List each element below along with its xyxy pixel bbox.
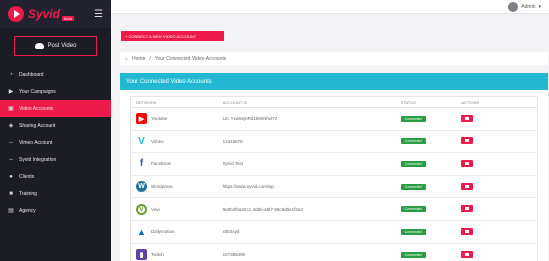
- delete-button[interactable]: [461, 159, 474, 167]
- table-row: ▮ Twitch 157385490 Connected: [131, 244, 537, 261]
- status-badge: Connected: [400, 206, 426, 213]
- network-name: Twitch: [151, 252, 164, 258]
- account-id: 157385490: [222, 252, 246, 258]
- table-row: V Vimeo 12345678 Connected: [131, 131, 537, 154]
- status-badge: Connected: [400, 251, 426, 258]
- vine-icon: v: [136, 203, 147, 215]
- breadcrumb-home[interactable]: Home: [132, 56, 145, 62]
- brand-name[interactable]: Syvid: [28, 7, 60, 21]
- sidebar-item-label: Clients: [19, 173, 35, 180]
- cloud-upload-icon: [34, 43, 44, 49]
- network-name: Youtube: [151, 116, 168, 122]
- sidebar-item-syvid-integration[interactable]: – Syvid Integration: [0, 151, 111, 168]
- sidebar-item-label: Sharing Account: [19, 122, 56, 129]
- header-actions: ACTIONS: [461, 99, 480, 105]
- table-row: ▲ Dailymotion x5b3xyd Connected: [131, 221, 537, 244]
- header-account-id: ACCOUNT ID: [222, 99, 248, 105]
- account-id: 12345678: [222, 138, 243, 144]
- delete-button[interactable]: [461, 250, 474, 258]
- status-badge: Connected: [400, 183, 426, 190]
- gauge-icon: ◔: [9, 71, 13, 78]
- sidebar-nav: ◔ Dashboard ▶ Your Campaigns ▣ Video Accoun…: [0, 66, 111, 219]
- sidebar-item-label: Syvid Integration: [19, 156, 57, 163]
- vimeo-icon: V: [138, 135, 145, 147]
- sidebar-item-label: Video Accounts: [19, 105, 54, 112]
- post-video-label: Post Video: [47, 43, 77, 49]
- accounts-panel: Your Connected Video Accounts NETWORK AC…: [120, 73, 548, 261]
- users-icon: ●: [9, 173, 13, 180]
- table-row: v Vine 9e8b4f0a32c1-4d5b-a6f7-88c9d0e1f2a…: [131, 198, 537, 221]
- account-id: 9e8b4f0a32c1-4d5b-a6f7-88c9d0e1f2a3: [222, 206, 303, 212]
- sidebar-item-label: Agency: [19, 207, 36, 214]
- delete-button[interactable]: [461, 205, 474, 213]
- menu-toggle-icon[interactable]: ☰: [94, 9, 103, 20]
- main-content: + CONNECT A NEW VIDEO ACCOUNT ⌂ Home / Y…: [111, 14, 549, 261]
- sidebar-header: Syvid beta ☰: [0, 0, 111, 28]
- delete-button[interactable]: [461, 227, 474, 235]
- accounts-table: NETWORK ACCOUNT ID STATUS ACTIONS ▶ Youtu…: [130, 96, 538, 261]
- table-row: W Wordpress https://www.syvid.com/wp Conn…: [131, 176, 537, 199]
- network-name: Facebook: [151, 161, 171, 167]
- sidebar-item-vimeo-account[interactable]: – Vimeo Account: [0, 134, 111, 151]
- status-badge: Connected: [400, 228, 426, 235]
- sidebar-item-agency[interactable]: ▤ Agency: [0, 202, 111, 219]
- sidebar-item-label: Your Campaigns: [19, 88, 56, 95]
- post-video-button[interactable]: Post Video: [14, 36, 97, 56]
- network-name: Vimeo: [151, 138, 164, 144]
- sidebar-item-label: Training: [19, 190, 37, 197]
- account-id: x5b3xyd: [222, 229, 240, 235]
- sidebar-item-dashboard[interactable]: ◔ Dashboard: [0, 66, 111, 83]
- table-row: ▶ Youtube UC-Yxw9ej0Rd1k0eNhxt7z Connecte…: [131, 108, 537, 131]
- chevron-down-icon[interactable]: ▾: [538, 4, 541, 10]
- topbar: Admin ▾: [111, 0, 549, 14]
- delete-button[interactable]: [461, 137, 474, 145]
- video-icon: ▣: [8, 106, 14, 112]
- table-header: NETWORK ACCOUNT ID STATUS ACTIONS: [131, 97, 537, 108]
- header-status: STATUS: [400, 99, 416, 105]
- book-icon: ■: [9, 190, 13, 197]
- network-name: Vine: [151, 206, 160, 212]
- account-id: https://www.syvid.com/wp: [222, 184, 274, 190]
- sidebar: Syvid beta ☰ Post Video ◔ Dashboard ▶ Your…: [0, 0, 111, 261]
- dash-icon: –: [9, 156, 13, 163]
- sidebar-item-clients[interactable]: ● Clients: [0, 168, 111, 185]
- sidebar-item-sharing-account[interactable]: ◈ Sharing Account: [0, 117, 111, 134]
- avatar[interactable]: [508, 2, 519, 12]
- delete-button[interactable]: [461, 182, 474, 190]
- header-network: NETWORK: [136, 99, 157, 105]
- network-name: Dailymotion: [151, 229, 175, 235]
- facebook-icon: f: [139, 158, 144, 170]
- account-id: Syvid Test: [222, 161, 243, 167]
- play-icon: ▶: [8, 89, 14, 95]
- youtube-icon: ▶: [136, 113, 147, 125]
- sidebar-item-campaigns[interactable]: ▶ Your Campaigns: [0, 83, 111, 100]
- breadcrumb-separator: /: [149, 55, 151, 62]
- status-badge: Connected: [400, 138, 426, 145]
- status-badge: Connected: [400, 160, 426, 167]
- logo-icon[interactable]: [8, 6, 24, 22]
- panel-title: Your Connected Video Accounts: [120, 73, 548, 90]
- user-menu[interactable]: Admin ▾: [508, 0, 541, 14]
- account-id: UC-Yxw9ej0Rd1k0eNhxt7z: [222, 116, 278, 122]
- twitch-icon: ▮: [136, 249, 147, 261]
- status-badge: Connected: [400, 115, 426, 122]
- dailymotion-icon: ▲: [137, 226, 146, 237]
- connect-video-account-button[interactable]: + CONNECT A NEW VIDEO ACCOUNT: [121, 31, 224, 41]
- network-name: Wordpress: [151, 184, 173, 190]
- sidebar-item-video-accounts[interactable]: ▣ Video Accounts: [0, 100, 111, 117]
- dash-icon: –: [9, 139, 13, 146]
- home-icon[interactable]: ⌂: [125, 56, 128, 62]
- breadcrumb-current: Your Connected Video Accounts: [154, 55, 227, 62]
- delete-button[interactable]: [461, 114, 474, 122]
- breadcrumb: ⌂ Home / Your Connected Video Accounts: [120, 52, 548, 65]
- sidebar-item-label: Vimeo Account: [19, 139, 53, 146]
- user-name[interactable]: Admin: [521, 4, 535, 10]
- briefcase-icon: ▤: [8, 208, 14, 214]
- table-row: f Facebook Syvid Test Connected: [131, 153, 537, 176]
- share-icon: ◈: [8, 123, 14, 129]
- beta-badge: beta: [62, 15, 74, 21]
- sidebar-item-label: Dashboard: [19, 71, 44, 78]
- wordpress-icon: W: [136, 181, 147, 193]
- sidebar-item-training[interactable]: ■ Training: [0, 185, 111, 202]
